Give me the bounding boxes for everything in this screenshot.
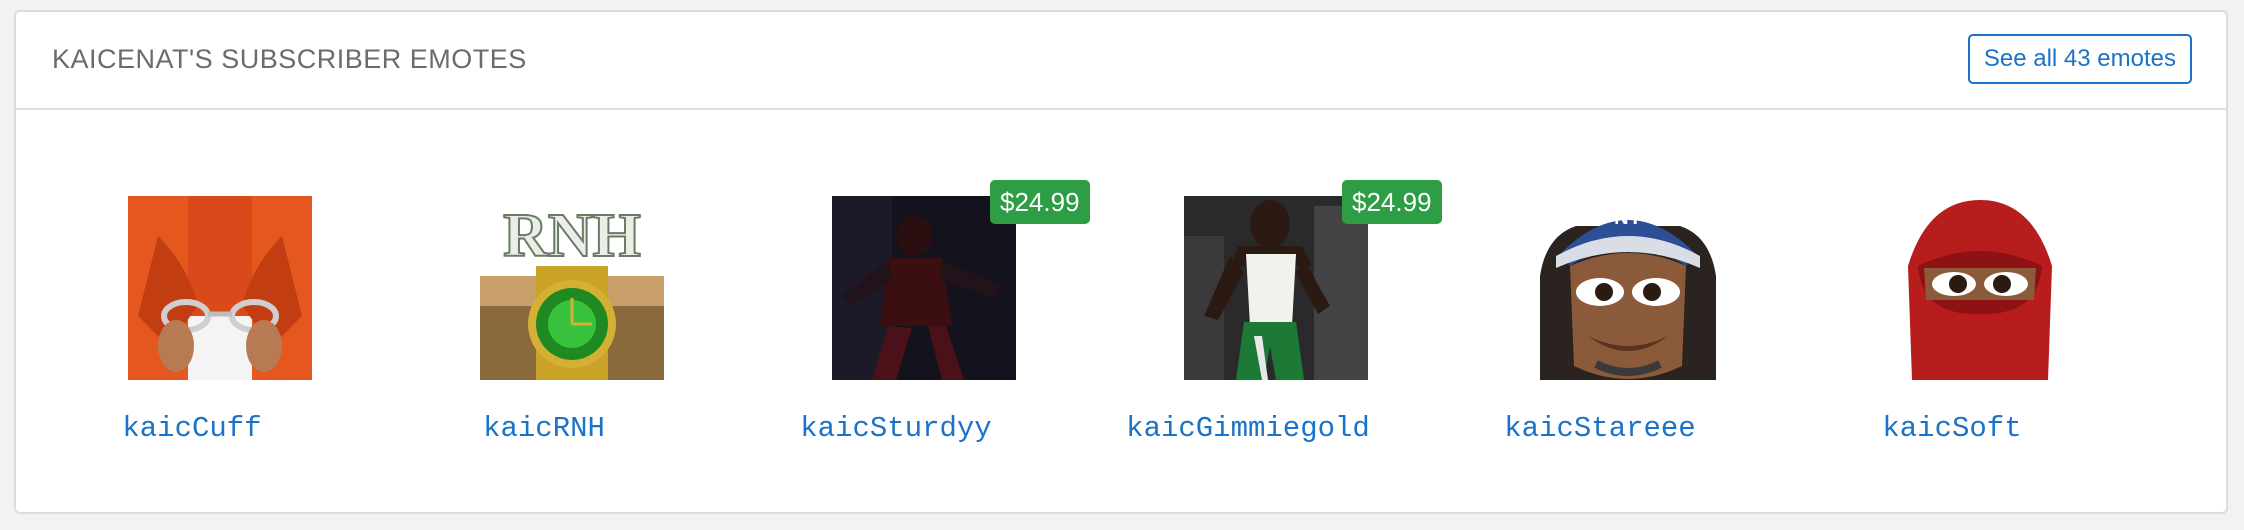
gold-watch-emote-icon[interactable]: RNH	[480, 196, 664, 380]
panel-title: KAICENAT'S SUBSCRIBER EMOTES	[52, 44, 527, 74]
emote-name[interactable]: kaicStareee	[1424, 412, 1776, 445]
staring-face-emote-icon[interactable]: NY	[1536, 196, 1720, 380]
emote-card: $24.99 kaicGimmiegold	[1072, 110, 1442, 512]
emote-name[interactable]: kaicSoft	[1776, 412, 2128, 445]
emote-name[interactable]: kaicGimmiegold	[1072, 412, 1424, 445]
emote-card: kaicSoft	[1776, 110, 2128, 512]
dancing-figure-emote-icon[interactable]	[832, 196, 1016, 380]
emote-name[interactable]: kaicSturdyy	[720, 412, 1072, 445]
emote-grid: kaicCuff RNH kaicRNH $24.99 kaicSturdyy …	[16, 110, 2226, 512]
emote-name[interactable]: kaicRNH	[368, 412, 720, 445]
svg-text:RNH: RNH	[503, 202, 641, 270]
emote-card: NY kaicStareee	[1424, 110, 1776, 512]
emote-card: kaicCuff	[16, 110, 368, 512]
see-all-emotes-button[interactable]: See all 43 emotes	[1967, 34, 2192, 84]
subscriber-emotes-panel: KAICENAT'S SUBSCRIBER EMOTES See all 43 …	[14, 10, 2228, 514]
emote-card: $24.99 kaicSturdyy	[720, 110, 1090, 512]
emote-card: RNH kaicRNH	[368, 110, 720, 512]
emote-name[interactable]: kaicCuff	[16, 412, 368, 445]
handcuffs-emote-icon[interactable]	[128, 196, 312, 380]
dancing-man-emote-icon[interactable]	[1184, 196, 1368, 380]
svg-text:NY: NY	[1614, 207, 1642, 229]
panel-header: KAICENAT'S SUBSCRIBER EMOTES See all 43 …	[16, 12, 2226, 110]
red-mask-emote-icon[interactable]	[1888, 196, 2072, 380]
